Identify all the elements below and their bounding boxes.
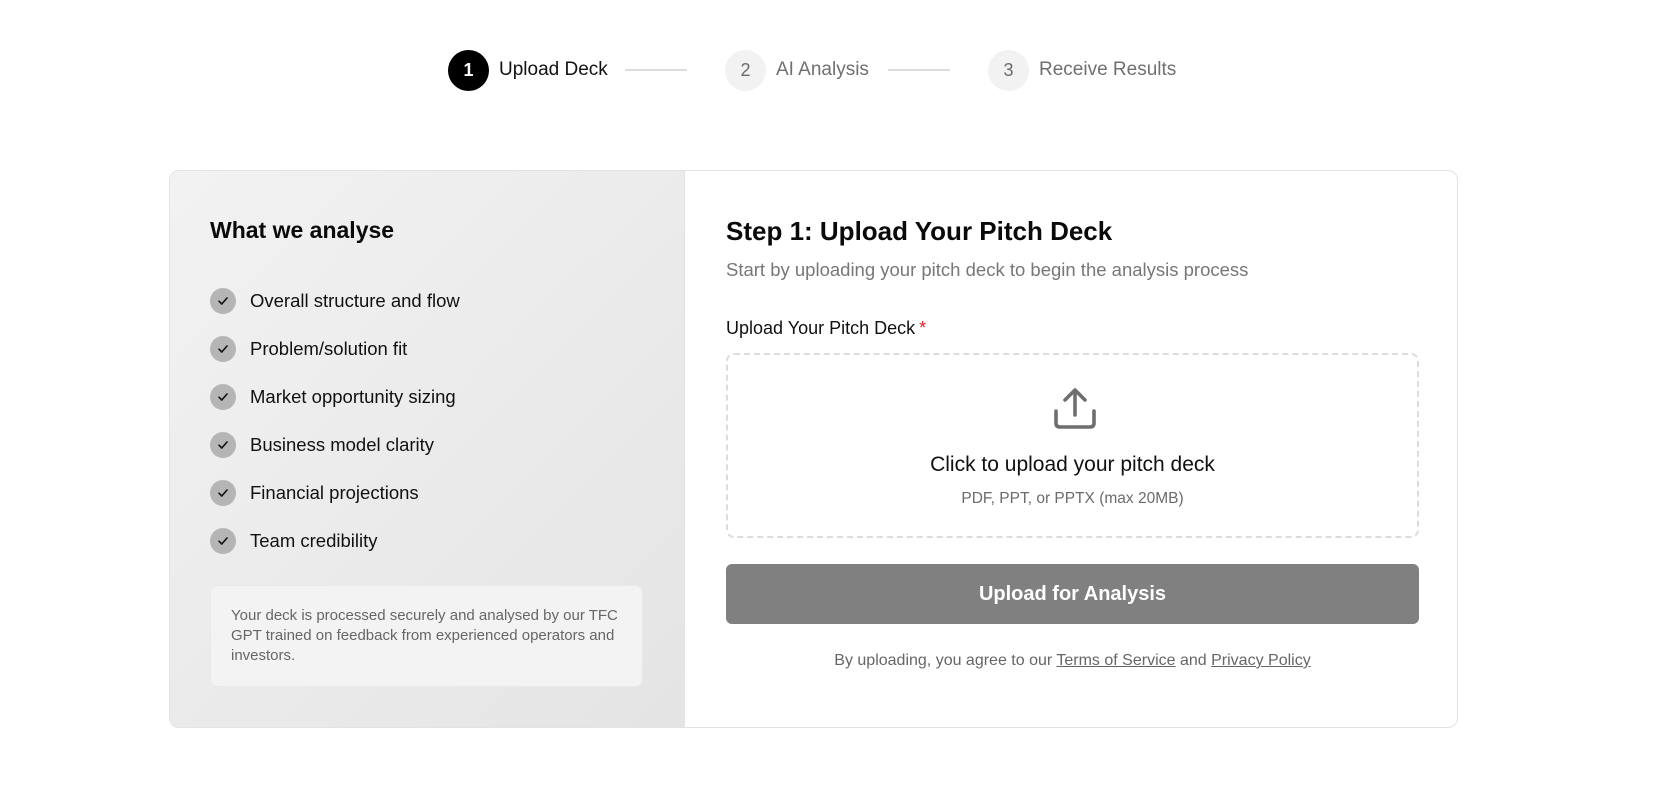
upload-label-text: Upload Your Pitch Deck [726,318,916,338]
dropzone-title: Click to upload your pitch deck [930,453,1215,476]
step-label: Receive Results [1039,59,1177,80]
step-ai-analysis: 2 AI Analysis [725,49,869,91]
page-title: Step 1: Upload Your Pitch Deck [726,216,1113,246]
list-item: Market opportunity sizing [210,373,460,421]
check-icon [210,288,236,314]
step-connector [888,69,950,71]
upload-for-analysis-button[interactable]: Upload for Analysis [726,564,1419,624]
step-number: 2 [725,49,766,91]
step-label: Upload Deck [499,59,608,80]
list-item: Overall structure and flow [210,277,460,325]
list-item: Financial projections [210,469,460,517]
terms-prefix: By uploading, you agree to our [834,652,1053,669]
terms-and: and [1179,652,1207,669]
step-label: AI Analysis [776,59,869,80]
list-item-label: Business model clarity [250,434,435,455]
analysis-info-panel: What we analyse Overall structure and fl… [170,171,685,727]
file-dropzone[interactable]: Click to upload your pitch deck PDF, PPT… [726,353,1419,538]
check-icon [210,432,236,458]
list-item-label: Overall structure and flow [250,290,460,311]
terms-of-service-link[interactable]: Terms of Service [1056,652,1175,669]
check-icon [210,480,236,506]
upload-form-panel: Step 1: Upload Your Pitch Deck Start by … [686,171,1457,727]
dropzone-hint: PDF, PPT, or PPTX (max 20MB) [961,490,1184,507]
check-icon [210,384,236,410]
panel-title: What we analyse [210,217,395,243]
step-upload-deck: 1 Upload Deck [448,49,608,91]
step-receive-results: 3 Receive Results [988,49,1176,91]
upload-card: What we analyse Overall structure and fl… [169,170,1458,728]
check-icon [210,528,236,554]
list-item: Team credibility [210,517,460,565]
analysis-checklist: Overall structure and flow Problem/solut… [210,277,460,565]
step-number: 3 [988,49,1029,91]
security-note: Your deck is processed securely and anal… [210,585,643,687]
list-item-label: Market opportunity sizing [250,386,456,407]
privacy-policy-link[interactable]: Privacy Policy [1211,652,1311,669]
list-item-label: Team credibility [250,530,378,551]
required-marker: * [919,318,927,338]
terms-notice: By uploading, you agree to our Terms of … [726,652,1419,670]
page-subtitle: Start by uploading your pitch deck to be… [726,259,1249,280]
list-item-label: Financial projections [250,482,419,503]
list-item: Problem/solution fit [210,325,460,373]
upload-field-label: Upload Your Pitch Deck * [726,318,926,339]
list-item-label: Problem/solution fit [250,338,408,359]
list-item: Business model clarity [210,421,460,469]
check-icon [210,336,236,362]
step-connector [625,69,687,71]
step-number: 1 [448,49,489,91]
upload-icon [1054,388,1096,429]
progress-stepper: 1 Upload Deck 2 AI Analysis 3 Receive Re… [0,49,1669,91]
